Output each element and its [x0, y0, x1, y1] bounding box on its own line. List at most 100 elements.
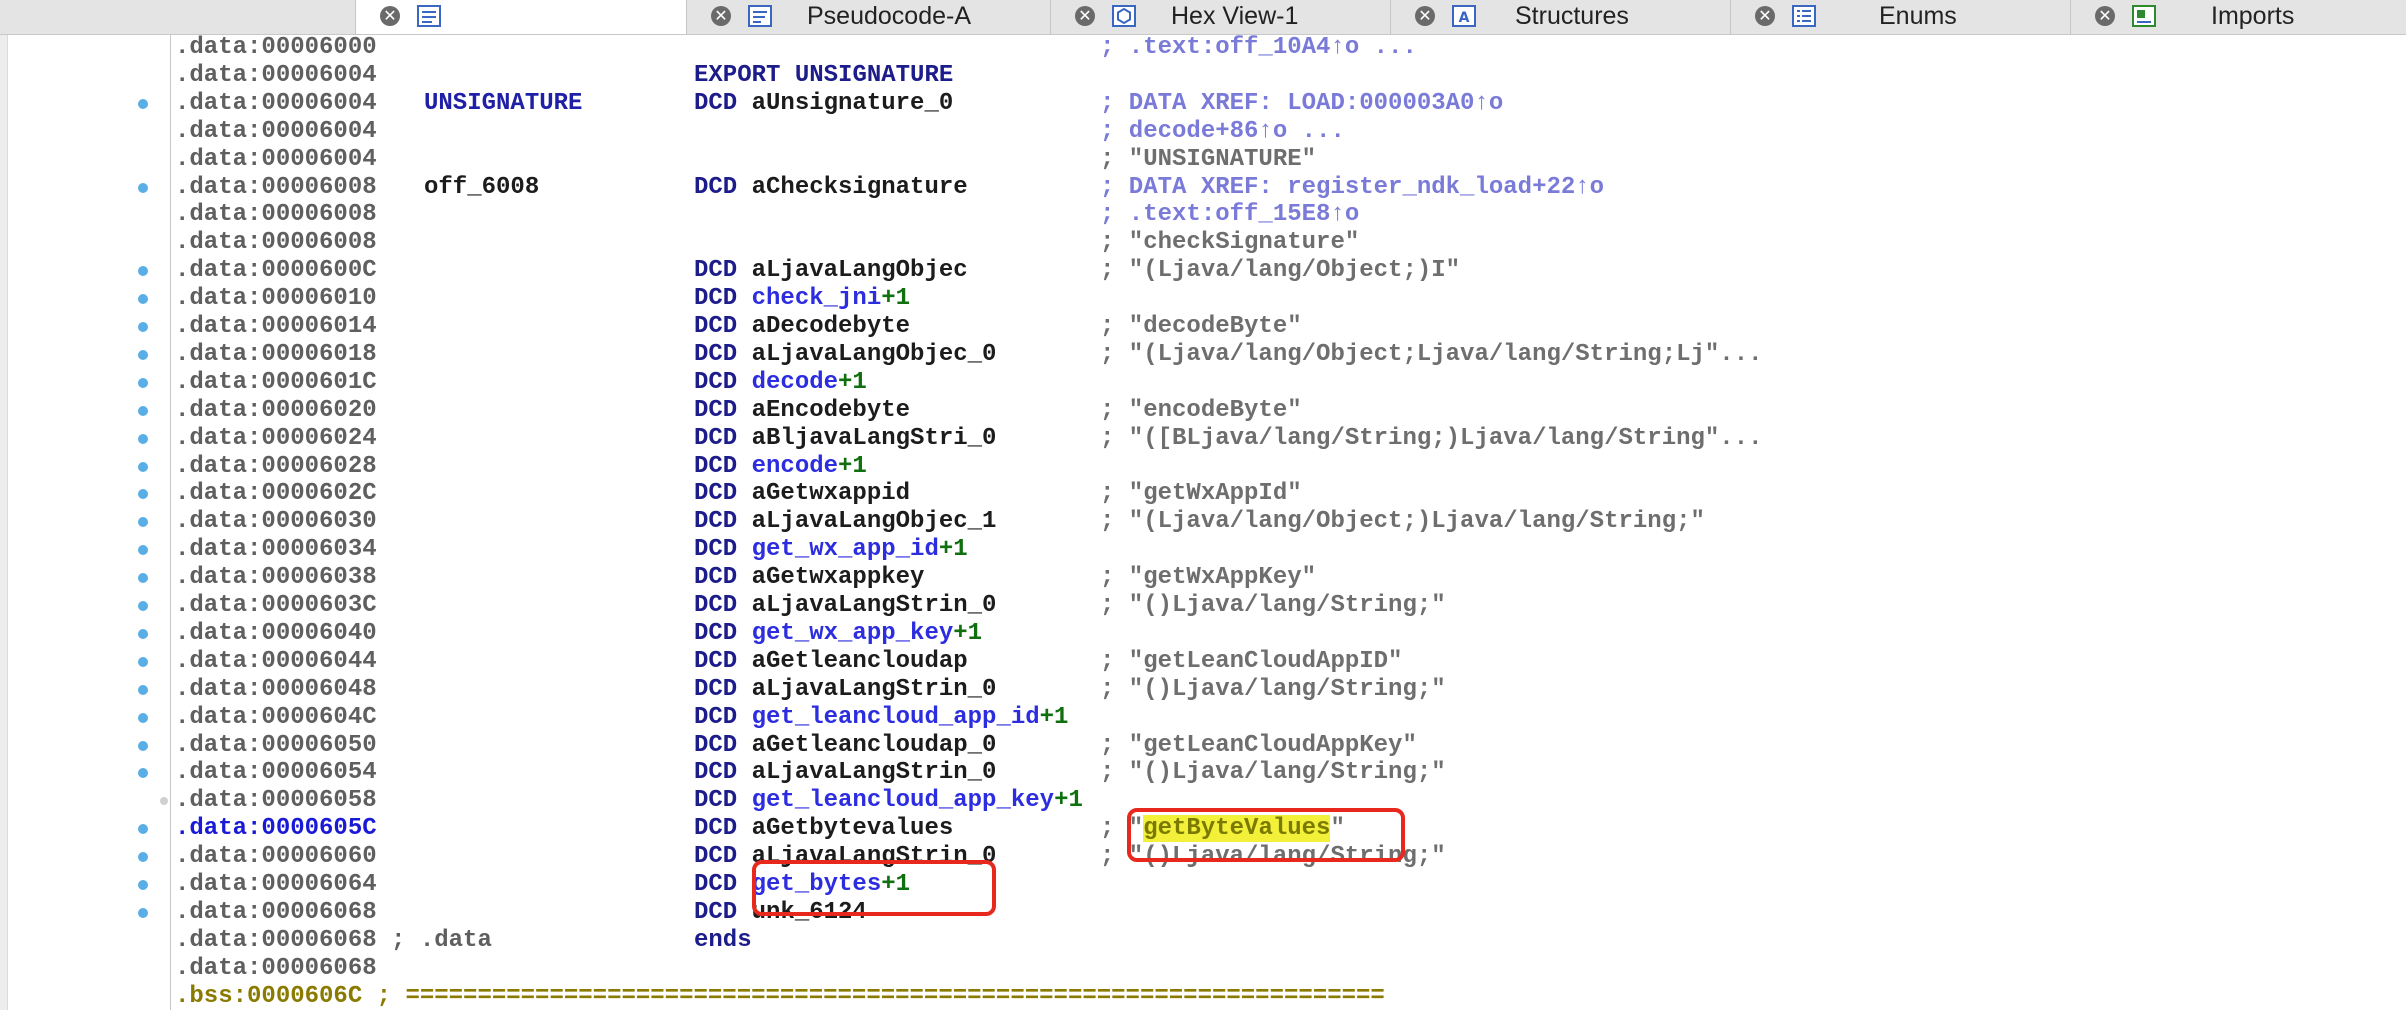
listing-line[interactable]: .data:00006008 ; "checkSignature" — [0, 229, 2406, 257]
instruction-mnemonic: DCD — [694, 898, 752, 926]
tab-imports[interactable]: ✕ Imports — [2070, 0, 2406, 34]
disassembly-listing[interactable]: .data:00006000; .text:off_10A4↑o ... .dat… — [0, 34, 2406, 1010]
listing-line[interactable]: .bss:0000606C ; ========================… — [0, 983, 2406, 1011]
close-tab-icon[interactable]: ✕ — [1755, 6, 1775, 26]
instruction-operand[interactable]: check_jni — [752, 285, 882, 312]
listing-line[interactable]: .data:00006008 ; .text:off_15E8↑o — [0, 201, 2406, 229]
line-comment: ; "checkSignature" — [1100, 229, 1360, 257]
instruction-operand[interactable]: get_wx_app_id — [752, 536, 939, 563]
line-address: .data:00006060 — [175, 843, 377, 871]
xref-marker-icon — [138, 907, 148, 918]
listing-line[interactable]: .data:0000600C DCD aLjavaLangObjec ; "(Lja… — [0, 257, 2406, 285]
instruction-operand[interactable]: aGetleancloudap — [752, 648, 968, 675]
close-tab-icon[interactable]: ✕ — [711, 6, 731, 26]
xref-marker-icon — [138, 712, 148, 723]
xref-marker-icon — [138, 684, 148, 695]
listing-line[interactable]: .data:00006030 DCD aLjavaLangObjec_1 ; "(L… — [0, 508, 2406, 536]
line-instruction: DCD aLjavaLangStrin_0 — [694, 592, 996, 620]
instruction-operand[interactable]: UNSIGNATURE — [795, 62, 953, 89]
instruction-operand[interactable]: aUnsignature_0 — [752, 90, 954, 117]
operand-offset: +1 — [1054, 787, 1083, 815]
operand-offset: +1 — [838, 452, 867, 480]
line-address: .data:00006064 — [175, 871, 377, 898]
listing-line[interactable]: .data:00006034 DCD get_wx_app_id+1 — [0, 536, 2406, 564]
operand-offset: +1 — [938, 536, 968, 564]
instruction-operand[interactable]: aLjavaLangObjec — [752, 257, 968, 284]
close-tab-icon[interactable]: ✕ — [2095, 6, 2115, 26]
line-comment: ; .text:off_15E8↑o — [1100, 201, 1360, 229]
instruction-operand[interactable]: aGetwxappkey — [752, 564, 925, 591]
listing-line[interactable]: .data:00006024 DCD aBljavaLangStri_0 ; "([… — [0, 425, 2406, 453]
listing-line[interactable]: .data:0000603C DCD aLjavaLangStrin_0 ; "()… — [0, 592, 2406, 620]
line-instruction: DCD aLjavaLangObjec — [694, 257, 968, 285]
line-label[interactable]: UNSIGNATURE — [424, 90, 582, 118]
line-address: .data:00006020 — [175, 396, 377, 424]
listing-line[interactable]: .data:00006064 DCD get_bytes+1 — [0, 871, 2406, 899]
line-address: .data:0000604C — [175, 703, 377, 731]
listing-line[interactable]: .data:00006038 DCD aGetwxappkey ; "getWxAp… — [0, 564, 2406, 592]
listing-line[interactable]: .data:00006004 UNSIGNATURE DCD aUnsignatur… — [0, 90, 2406, 118]
line-instruction: DCD aUnsignature_0 — [694, 90, 953, 118]
line-address: .data:00006010 — [175, 285, 377, 313]
instruction-operand[interactable]: aLjavaLangStrin_0 — [752, 676, 997, 703]
listing-line[interactable]: .data:00006010 DCD check_jni+1 — [0, 285, 2406, 313]
listing-line[interactable]: .data:00006020 DCD aEncodebyte ; "encodeBy… — [0, 397, 2406, 425]
instruction-operand[interactable]: get_leancloud_app_key — [752, 787, 1054, 814]
tab-structures[interactable]: ✕ A Structures — [1390, 0, 1730, 34]
close-tab-icon[interactable]: ✕ — [1415, 6, 1435, 26]
tab-enums[interactable]: ✕ Enums — [1730, 0, 2070, 34]
instruction-operand[interactable]: aEncodebyte — [752, 397, 910, 424]
listing-line[interactable]: .data:00006028 DCD encode+1 — [0, 453, 2406, 481]
xref-marker-icon — [138, 880, 148, 890]
listing-line[interactable]: .data:00006004 EXPORT UNSIGNATURE — [0, 62, 2406, 90]
instruction-operand[interactable]: encode — [752, 453, 838, 480]
close-tab-icon[interactable]: ✕ — [380, 6, 400, 26]
listing-line[interactable]: .data:00006048 DCD aLjavaLangStrin_0 ; "()… — [0, 676, 2406, 704]
instruction-operand[interactable]: aLjavaLangStrin_0 — [752, 592, 997, 619]
instruction-operand[interactable]: aBljavaLangStri_0 — [752, 425, 997, 452]
line-comment: ; decode+86↑o ... — [1100, 117, 1345, 145]
instruction-operand[interactable]: aGetwxappid — [752, 480, 910, 507]
instruction-mnemonic: DCD — [694, 89, 752, 117]
listing-line[interactable]: .data:00006014 DCD aDecodebyte ; "decodeBy… — [0, 313, 2406, 341]
listing-line[interactable]: .data:00006054 DCD aLjavaLangStrin_0 ; "()… — [0, 759, 2406, 787]
instruction-operand[interactable]: get_leancloud_app_id — [752, 704, 1040, 731]
xref-marker-icon — [138, 433, 148, 444]
listing-line[interactable]: .data:00006004 ; decode+86↑o ... — [0, 118, 2406, 146]
line-comment: ; DATA XREF: register_ndk_load+22↑o — [1100, 173, 1605, 201]
tab-hex-view-1[interactable]: ✕ Hex View-1 — [1050, 0, 1390, 34]
line-instruction: DCD aGetleancloudap — [694, 648, 968, 676]
instruction-operand[interactable]: aLjavaLangStrin_0 — [752, 759, 997, 786]
tab-pseudocode-a[interactable]: ✕ Pseudocode-A — [686, 0, 1050, 34]
line-comment: ; "getLeanCloudAppID" — [1100, 647, 1403, 675]
listing-line[interactable]: .data:00006068 ; .data ends — [0, 927, 2406, 955]
listing-line[interactable]: .data:00006008 off_6008 DCD aChecksignatur… — [0, 174, 2406, 202]
instruction-operand[interactable]: aChecksignature — [752, 174, 968, 201]
instruction-operand[interactable]: decode — [752, 369, 838, 396]
tab-ida-view[interactable]: ✕ — [355, 0, 686, 34]
line-label[interactable]: off_6008 — [424, 174, 539, 202]
close-tab-icon[interactable]: ✕ — [1075, 6, 1095, 26]
instruction-operand[interactable]: get_wx_app_key — [752, 620, 954, 647]
line-instruction: DCD get_leancloud_app_id+1 — [694, 704, 1068, 732]
line-address: .data:00006028 — [175, 452, 377, 480]
instruction-operand[interactable]: aLjavaLangObjec_0 — [752, 341, 997, 368]
listing-line[interactable]: .data:00006050 DCD aGetleancloudap_0 ; "ge… — [0, 732, 2406, 760]
listing-line[interactable]: .data:0000601C DCD decode+1 — [0, 369, 2406, 397]
instruction-operand[interactable]: aGetleancloudap_0 — [752, 732, 997, 759]
xref-marker-icon — [138, 601, 148, 611]
listing-line[interactable]: .data:0000602C DCD aGetwxappid ; "getWxApp… — [0, 480, 2406, 508]
instruction-operand[interactable]: aGetbytevalues — [752, 815, 954, 842]
instruction-operand[interactable]: aDecodebyte — [752, 313, 910, 340]
listing-line[interactable]: .data:00006068 — [0, 955, 2406, 983]
listing-line[interactable]: .data:0000604C DCD get_leancloud_app_id+1 — [0, 704, 2406, 732]
instruction-mnemonic: DCD — [694, 313, 752, 340]
instruction-operand[interactable]: aLjavaLangObjec_1 — [752, 508, 997, 535]
listing-line[interactable]: .data:00006018 DCD aLjavaLangObjec_0 ; "(L… — [0, 341, 2406, 369]
listing-line[interactable]: .data:00006004 ; "UNSIGNATURE" — [0, 146, 2406, 174]
listing-line[interactable]: .data:00006000 ; .text:off_10A4↑o ... — [0, 34, 2406, 62]
listing-line[interactable]: .data:00006040 DCD get_wx_app_key+1 — [0, 620, 2406, 648]
line-address: .data:0000601C — [175, 368, 377, 396]
listing-line[interactable]: .data:00006068 DCD unk_6124 — [0, 899, 2406, 927]
listing-line[interactable]: .data:00006044 DCD aGetleancloudap ; "getL… — [0, 648, 2406, 676]
